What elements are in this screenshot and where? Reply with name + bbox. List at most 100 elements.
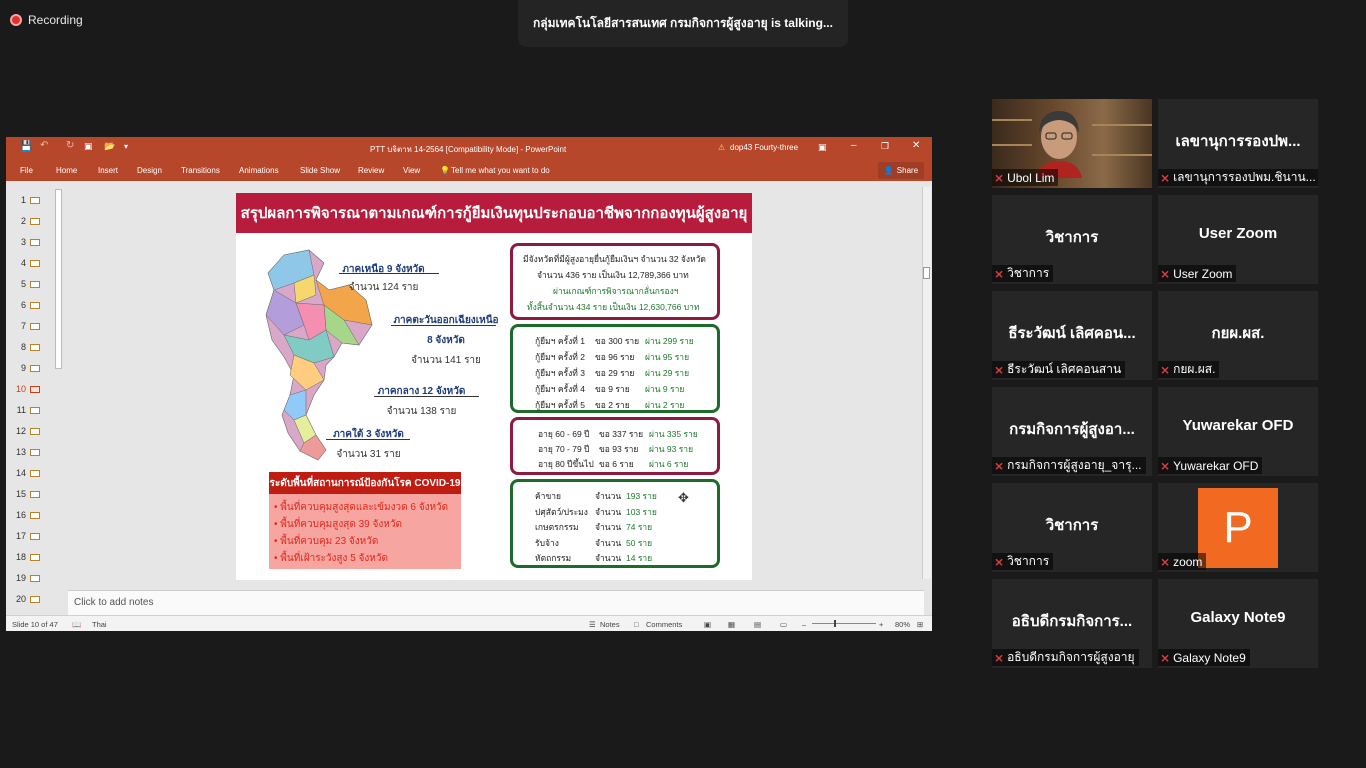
fit-slide-icon[interactable]: ⊞ [917,620,923,629]
slide-thumbnail[interactable] [30,386,40,393]
share-label: Share [896,166,919,175]
restore-icon[interactable]: ❐ [881,141,889,152]
slide-thumbnail[interactable] [30,239,40,246]
tab-transitions[interactable]: Transitions [181,166,220,175]
slide-thumbnail[interactable] [30,575,40,582]
participant-tile[interactable]: กรมกิจการผู้สูงอา... ⨯ กรมกิจการผู้สูงอายุ… [992,387,1152,476]
slide-thumbnail-number[interactable]: 14 [8,468,26,478]
slide-thumbnail[interactable] [30,533,40,540]
slide-thumbnail[interactable] [30,260,40,267]
slide-thumbnail-number[interactable]: 15 [8,489,26,499]
participant-tile[interactable]: ธีระวัฒน์ เลิศคอน... ⨯ ธีระวัฒน์ เลิศคอนสา… [992,291,1152,380]
slide-scrollbar[interactable] [922,187,931,579]
slide-thumbnail-number[interactable]: 4 [8,258,26,268]
participant-tile[interactable]: User Zoom ⨯ User Zoom [1158,195,1318,284]
slide-thumbnail-number[interactable]: 5 [8,279,26,289]
ribbon-display-icon[interactable]: ▣ [818,142,827,153]
participant-tile[interactable]: P ⨯ zoom [1158,483,1318,572]
zoom-level[interactable]: 80% [895,620,910,629]
slide-thumbnail-number[interactable]: 18 [8,552,26,562]
slide-thumbnail-number[interactable]: 7 [8,321,26,331]
customize-icon[interactable]: ▾ [124,142,128,151]
save-icon[interactable]: 💾 [20,141,32,152]
active-speaker-banner: กลุ่มเทคโนโลยีสารสนเทศ กรมกิจการผู้สูงอา… [518,0,848,47]
close-icon[interactable]: ✕ [912,140,920,151]
tab-insert[interactable]: Insert [98,166,118,175]
spellcheck-icon[interactable]: 📖 [72,620,81,629]
slide-thumbnail[interactable] [30,491,40,498]
participant-tile[interactable]: ⨯ Ubol Lim [992,99,1152,188]
slide-scrollbar-thumb[interactable] [923,267,930,279]
language-indicator[interactable]: Thai [92,620,107,629]
slide-thumbnail-number[interactable]: 17 [8,531,26,541]
account-name[interactable]: dop43 Fourty-three [730,143,798,152]
zoom-out-icon[interactable]: – [802,620,806,629]
tab-animations[interactable]: Animations [239,166,279,175]
recording-indicator[interactable]: Recording [10,10,83,30]
normal-view-icon[interactable]: ▣ [704,620,711,629]
slide-thumbnail-number[interactable]: 9 [8,363,26,373]
slide-thumbnail-number[interactable]: 2 [8,216,26,226]
slideshow-view-icon[interactable]: ▭ [780,620,787,629]
slide-thumbnail[interactable] [30,428,40,435]
share-button[interactable]: 👤 Share [878,162,924,179]
slide-thumbnail-number[interactable]: 16 [8,510,26,520]
present-icon[interactable]: ▣ [84,141,93,152]
tab-design[interactable]: Design [137,166,162,175]
participant-tile[interactable]: กยผ.ผส. ⨯ กยผ.ผส. [1158,291,1318,380]
zoom-in-icon[interactable]: + [879,620,883,629]
tab-review[interactable]: Review [358,166,384,175]
thumbnail-scrollbar[interactable] [55,189,62,369]
zoom-slider[interactable] [812,623,876,624]
undo-icon[interactable]: ↶ [40,140,48,151]
redo-icon[interactable]: ↻ [66,140,74,151]
slide-thumbnail[interactable] [30,302,40,309]
participant-display-name: Yuwarekar OFD [1182,417,1294,434]
notes-pane[interactable]: Click to add notes [68,590,924,615]
tab-home[interactable]: Home [56,166,77,175]
tab-slide-show[interactable]: Slide Show [300,166,340,175]
slide-thumbnail[interactable] [30,554,40,561]
current-slide[interactable]: สรุปผลการพิจารณาตามเกณฑ์การกู้ยืมเงินทุน… [236,193,752,580]
tell-me-box[interactable]: Tell me what you want to do [451,166,550,175]
reading-view-icon[interactable]: ▤ [754,620,761,629]
minimize-icon[interactable]: – [851,140,857,151]
slide-thumbnail[interactable] [30,197,40,204]
tab-file[interactable]: File [20,166,33,175]
slide-thumbnail-number[interactable]: 19 [8,573,26,583]
slide-thumbnail-number[interactable]: 20 [8,594,26,604]
slide-thumbnail-number[interactable]: 6 [8,300,26,310]
slide-thumbnail-number[interactable]: 12 [8,426,26,436]
slide-thumbnail[interactable] [30,281,40,288]
slide-thumbnail-number[interactable]: 8 [8,342,26,352]
slide-thumbnail[interactable] [30,365,40,372]
slide-thumbnail[interactable] [30,596,40,603]
participant-tile[interactable]: อธิบดีกรมกิจการ... ⨯ อธิบดีกรมกิจการผู้สูง… [992,579,1152,668]
slide-thumbnail[interactable] [30,344,40,351]
comments-button[interactable]: Comments [646,620,682,629]
participant-tile[interactable]: เลขานุการรองปพ... ⨯ เลขานุการรองปพม.ชินาน.… [1158,99,1318,188]
slide-thumbnail-number[interactable]: 10 [8,384,26,394]
participant-avatar: P [1198,488,1278,568]
participant-tile[interactable]: วิชาการ ⨯ วิชาการ [992,483,1152,572]
participant-tile[interactable]: Galaxy Note9 ⨯ Galaxy Note9 [1158,579,1318,668]
slide-thumbnail-number[interactable]: 3 [8,237,26,247]
slide-thumbnail[interactable] [30,323,40,330]
occupation-name: ปศุสัตว์/ประมง [535,506,588,517]
slide-thumbnail-number[interactable]: 11 [8,405,26,415]
participant-tile[interactable]: Yuwarekar OFD ⨯ Yuwarekar OFD [1158,387,1318,476]
slide-sorter-icon[interactable]: ▦ [728,620,735,629]
slide-thumbnail[interactable] [30,512,40,519]
participant-tile[interactable]: วิชาการ ⨯ วิชาการ [992,195,1152,284]
slide-thumbnail[interactable] [30,407,40,414]
open-icon[interactable]: 📂 [104,141,115,152]
slide-thumbnail-number[interactable]: 13 [8,447,26,457]
slide-thumbnail[interactable] [30,449,40,456]
slide-thumbnail[interactable] [30,470,40,477]
slide-thumbnail-number[interactable]: 1 [8,195,26,205]
slide-thumbnail[interactable] [30,218,40,225]
notes-button[interactable]: Notes [600,620,620,629]
region-south: ภาคใต้ 3 จังหวัด จำนวน 31 ราย [326,427,411,462]
zoom-slider-thumb[interactable] [834,620,836,627]
tab-view[interactable]: View [403,166,420,175]
